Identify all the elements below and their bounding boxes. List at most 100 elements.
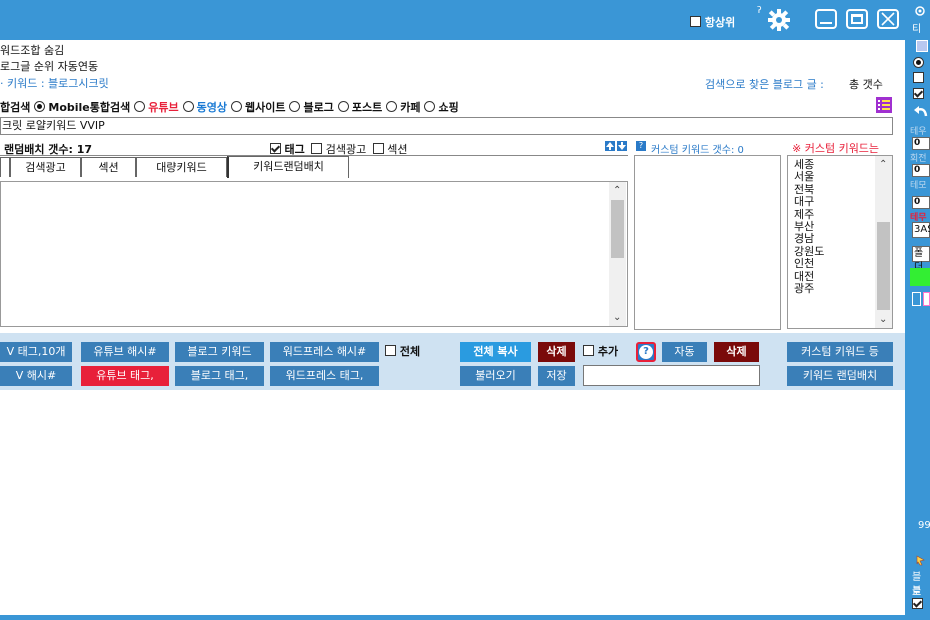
gear-icon[interactable] [767,8,791,32]
search-option-radio[interactable] [424,101,436,112]
v-hash-button[interactable]: V 해시# [0,366,72,386]
all-toggle[interactable]: 전체 [385,343,420,359]
load-button[interactable]: 불러오기 [460,366,531,386]
search-found-label: 검색으로 찾은 블로그 글 : [705,78,824,91]
search-option-label: Mobile통합검색 [48,101,131,114]
value-input-2[interactable]: 0 [912,164,930,177]
always-on-top-toggle[interactable]: 항상위 [690,14,735,30]
search-option-label: 합검색 [0,101,31,114]
region-scroll-down-icon[interactable]: ⌄ [879,314,887,325]
small-box-2[interactable] [923,292,930,306]
keyword-input[interactable]: 크릿 로얄키워드 VVIP [0,117,893,135]
search-option-7[interactable]: 카페 [386,101,420,114]
search-option-8[interactable]: 쇼핑 [424,101,459,114]
always-on-top-label: 항상위 [704,16,736,29]
small-box-1[interactable] [912,292,921,306]
list-menu-icon[interactable] [876,97,892,113]
scroll-up-icon[interactable]: ⌃ [613,185,621,196]
region-list[interactable]: 세종 서울 전북 대구 제주 부산 경남 강원도 인천 대전 광주 ⌃ ⌄ [787,155,893,329]
search-option-radio[interactable] [230,101,242,112]
blog-tag-button[interactable]: 블로그 태그, [175,366,264,386]
all-checkbox[interactable] [385,345,396,356]
right-check-2[interactable] [913,88,924,101]
search-option-6[interactable]: 포스트 [337,101,382,114]
up-arrow-icon[interactable] [605,141,615,151]
search-option-label: 쇼핑 [438,101,459,114]
custom-keyword-box[interactable] [634,155,781,330]
search-option-radio[interactable] [337,101,349,112]
copy-all-button[interactable]: 전체 복사 [460,342,531,362]
value-input-1[interactable]: 0 [912,137,930,150]
region-item[interactable]: 경남 [794,233,824,246]
search-option-3[interactable]: 동영상 [182,101,227,114]
search-option-radio[interactable] [134,101,146,112]
undo-arrow-icon[interactable] [913,104,928,120]
wp-tag-button[interactable]: 워드프레스 태그, [270,366,379,386]
auto-button[interactable]: 자동 [662,342,707,362]
search-option-0[interactable]: 합검색 [0,101,30,114]
label-te1: 테우 [910,127,927,137]
tab-search-ad[interactable]: 검색광고 [10,157,81,177]
region-item[interactable]: 광주 [794,282,824,295]
down-arrow-icon[interactable] [617,141,627,151]
wp-hash-button[interactable]: 워드프레스 해시# [270,342,379,362]
search-option-2[interactable]: 유튜브 [134,101,179,114]
maximize-button[interactable] [846,9,868,29]
youtube-tag-button[interactable]: 유튜브 태그, [81,366,169,386]
region-item[interactable]: 대구 [794,195,824,208]
tab-bulk-keyword[interactable]: 대량키워드 [136,157,227,177]
custom-notice: ※ 커스텀 키워드는 [792,142,880,155]
search-option-label: 카페 [400,101,421,114]
green-status-indicator [910,268,930,286]
tab-keyword-random[interactable]: 키워드랜덤배치 [227,156,349,178]
search-ad-checkbox[interactable] [311,143,323,154]
tab-partial[interactable] [0,157,10,177]
option-chip[interactable] [916,40,928,52]
result-textarea[interactable] [0,181,628,327]
tag-checkbox[interactable] [270,143,281,154]
value-input-3as[interactable]: 3AS [912,222,930,238]
region-scroll-thumb[interactable] [877,222,890,310]
youtube-hash-button[interactable]: 유튜브 해시# [81,342,169,362]
right-radio[interactable] [913,57,924,70]
help-button[interactable]: ? [636,342,656,362]
scroll-down-icon[interactable]: ⌄ [613,312,621,323]
region-scroll-up-icon[interactable]: ⌃ [879,159,887,170]
settings-gear-icon[interactable] [913,4,927,18]
tab-section[interactable]: 섹션 [81,157,136,177]
custom-help-icon[interactable]: ? [636,141,646,151]
value-input-folder[interactable]: 폴더 [912,246,930,273]
number-99: 99 [918,520,930,531]
scroll-thumb[interactable] [611,200,624,258]
region-scrollbar[interactable]: ⌃ ⌄ [875,156,892,328]
custom-keyword-register-button[interactable]: 커스텀 키워드 등 [787,342,893,362]
search-option-radio[interactable] [34,101,46,112]
hand-icon [915,554,927,566]
delete-button-1[interactable]: 삭제 [538,342,575,362]
blog-keyword-button[interactable]: 블로그 키워드 [175,342,264,362]
v-tag10-button[interactable]: V 태그,10개 [0,342,72,362]
bottom-checkbox[interactable] [912,598,923,611]
region-item[interactable]: 서울 [794,170,824,183]
delete-button-2[interactable]: 삭제 [714,342,759,362]
header-line-1: 워드조합 숨김 [0,44,65,57]
search-option-4[interactable]: 웹사이트 [230,101,285,114]
keyword-random-button[interactable]: 키워드 랜덤배치 [787,366,893,386]
filename-input[interactable] [583,365,760,386]
add-checkbox[interactable] [583,345,594,356]
right-check-1[interactable] [913,72,924,85]
minimize-button[interactable] [815,9,837,29]
close-button[interactable] [877,9,899,29]
search-option-radio[interactable] [386,101,398,112]
always-on-top-checkbox[interactable] [690,16,701,27]
add-toggle[interactable]: 추가 [583,343,618,359]
region-item[interactable]: 인천 [794,257,824,270]
save-button[interactable]: 저장 [538,366,575,386]
search-option-radio[interactable] [182,101,194,112]
value-input-3[interactable]: 0 [912,196,930,209]
section-checkbox[interactable] [372,143,384,154]
search-option-5[interactable]: 블로그 [289,101,334,114]
search-option-1[interactable]: Mobile통합검색 [34,101,130,114]
result-scrollbar[interactable]: ⌃ ⌄ [609,182,626,326]
search-option-radio[interactable] [289,101,301,112]
